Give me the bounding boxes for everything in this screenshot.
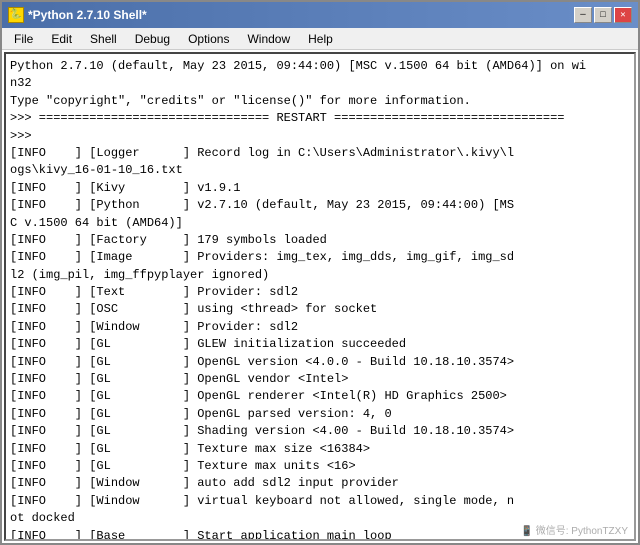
menu-item-window[interactable]: Window bbox=[239, 30, 298, 48]
console-line: [INFO ] [Factory ] 179 symbols loaded bbox=[10, 232, 630, 249]
console-line: [INFO ] [GL ] OpenGL renderer <Intel(R) … bbox=[10, 388, 630, 405]
console-line: l2 (img_pil, img_ffpyplayer ignored) bbox=[10, 267, 630, 284]
window-title: *Python 2.7.10 Shell* bbox=[28, 8, 147, 22]
console-line: [INFO ] [OSC ] using <thread> for socket bbox=[10, 301, 630, 318]
menu-item-file[interactable]: File bbox=[6, 30, 41, 48]
console-line: C v.1500 64 bit (AMD64)] bbox=[10, 215, 630, 232]
menu-item-shell[interactable]: Shell bbox=[82, 30, 125, 48]
console-line: >>> bbox=[10, 128, 630, 145]
console-line: [INFO ] [Window ] Provider: sdl2 bbox=[10, 319, 630, 336]
console-line: [INFO ] [Kivy ] v1.9.1 bbox=[10, 180, 630, 197]
minimize-button[interactable]: ─ bbox=[574, 7, 592, 23]
watermark-text: 微信号: PythonTZXY bbox=[536, 526, 628, 537]
menu-item-help[interactable]: Help bbox=[300, 30, 341, 48]
console-line: [INFO ] [Image ] Providers: img_tex, img… bbox=[10, 249, 630, 266]
console-line: [INFO ] [GL ] GLEW initialization succee… bbox=[10, 336, 630, 353]
menu-bar: FileEditShellDebugOptionsWindowHelp bbox=[2, 28, 638, 50]
console-line: [INFO ] [Python ] v2.7.10 (default, May … bbox=[10, 197, 630, 214]
watermark-icon: 📱 bbox=[521, 526, 533, 537]
title-controls: ─ □ ✕ bbox=[574, 7, 632, 23]
watermark: 📱 微信号: PythonTZXY bbox=[521, 522, 628, 537]
console-line: >>> ================================ RES… bbox=[10, 110, 630, 127]
menu-item-debug[interactable]: Debug bbox=[127, 30, 178, 48]
console-line: [INFO ] [GL ] OpenGL vendor <Intel> bbox=[10, 371, 630, 388]
menu-item-options[interactable]: Options bbox=[180, 30, 237, 48]
console-line: [INFO ] [GL ] OpenGL version <4.0.0 - Bu… bbox=[10, 354, 630, 371]
console-line: [INFO ] [Text ] Provider: sdl2 bbox=[10, 284, 630, 301]
title-bar: 🐍 *Python 2.7.10 Shell* ─ □ ✕ bbox=[2, 2, 638, 28]
console-line: [INFO ] [Window ] virtual keyboard not a… bbox=[10, 493, 630, 510]
console-line: ogs\kivy_16-01-10_16.txt bbox=[10, 162, 630, 179]
app-icon: 🐍 bbox=[8, 7, 24, 23]
title-bar-left: 🐍 *Python 2.7.10 Shell* bbox=[8, 7, 147, 23]
maximize-button[interactable]: □ bbox=[594, 7, 612, 23]
console-line: Python 2.7.10 (default, May 23 2015, 09:… bbox=[10, 58, 630, 75]
console-line: [INFO ] [GL ] Texture max size <16384> bbox=[10, 441, 630, 458]
console-output: Python 2.7.10 (default, May 23 2015, 09:… bbox=[4, 52, 636, 541]
menu-item-edit[interactable]: Edit bbox=[43, 30, 80, 48]
console-line: [INFO ] [GL ] OpenGL parsed version: 4, … bbox=[10, 406, 630, 423]
close-button[interactable]: ✕ bbox=[614, 7, 632, 23]
console-line: [INFO ] [GL ] Shading version <4.00 - Bu… bbox=[10, 423, 630, 440]
console-line: n32 bbox=[10, 75, 630, 92]
console-line: [INFO ] [GL ] Texture max units <16> bbox=[10, 458, 630, 475]
console-line: [INFO ] [Window ] auto add sdl2 input pr… bbox=[10, 475, 630, 492]
console-line: Type "copyright", "credits" or "license(… bbox=[10, 93, 630, 110]
main-window: 🐍 *Python 2.7.10 Shell* ─ □ ✕ FileEditSh… bbox=[0, 0, 640, 545]
console-line: [INFO ] [Logger ] Record log in C:\Users… bbox=[10, 145, 630, 162]
